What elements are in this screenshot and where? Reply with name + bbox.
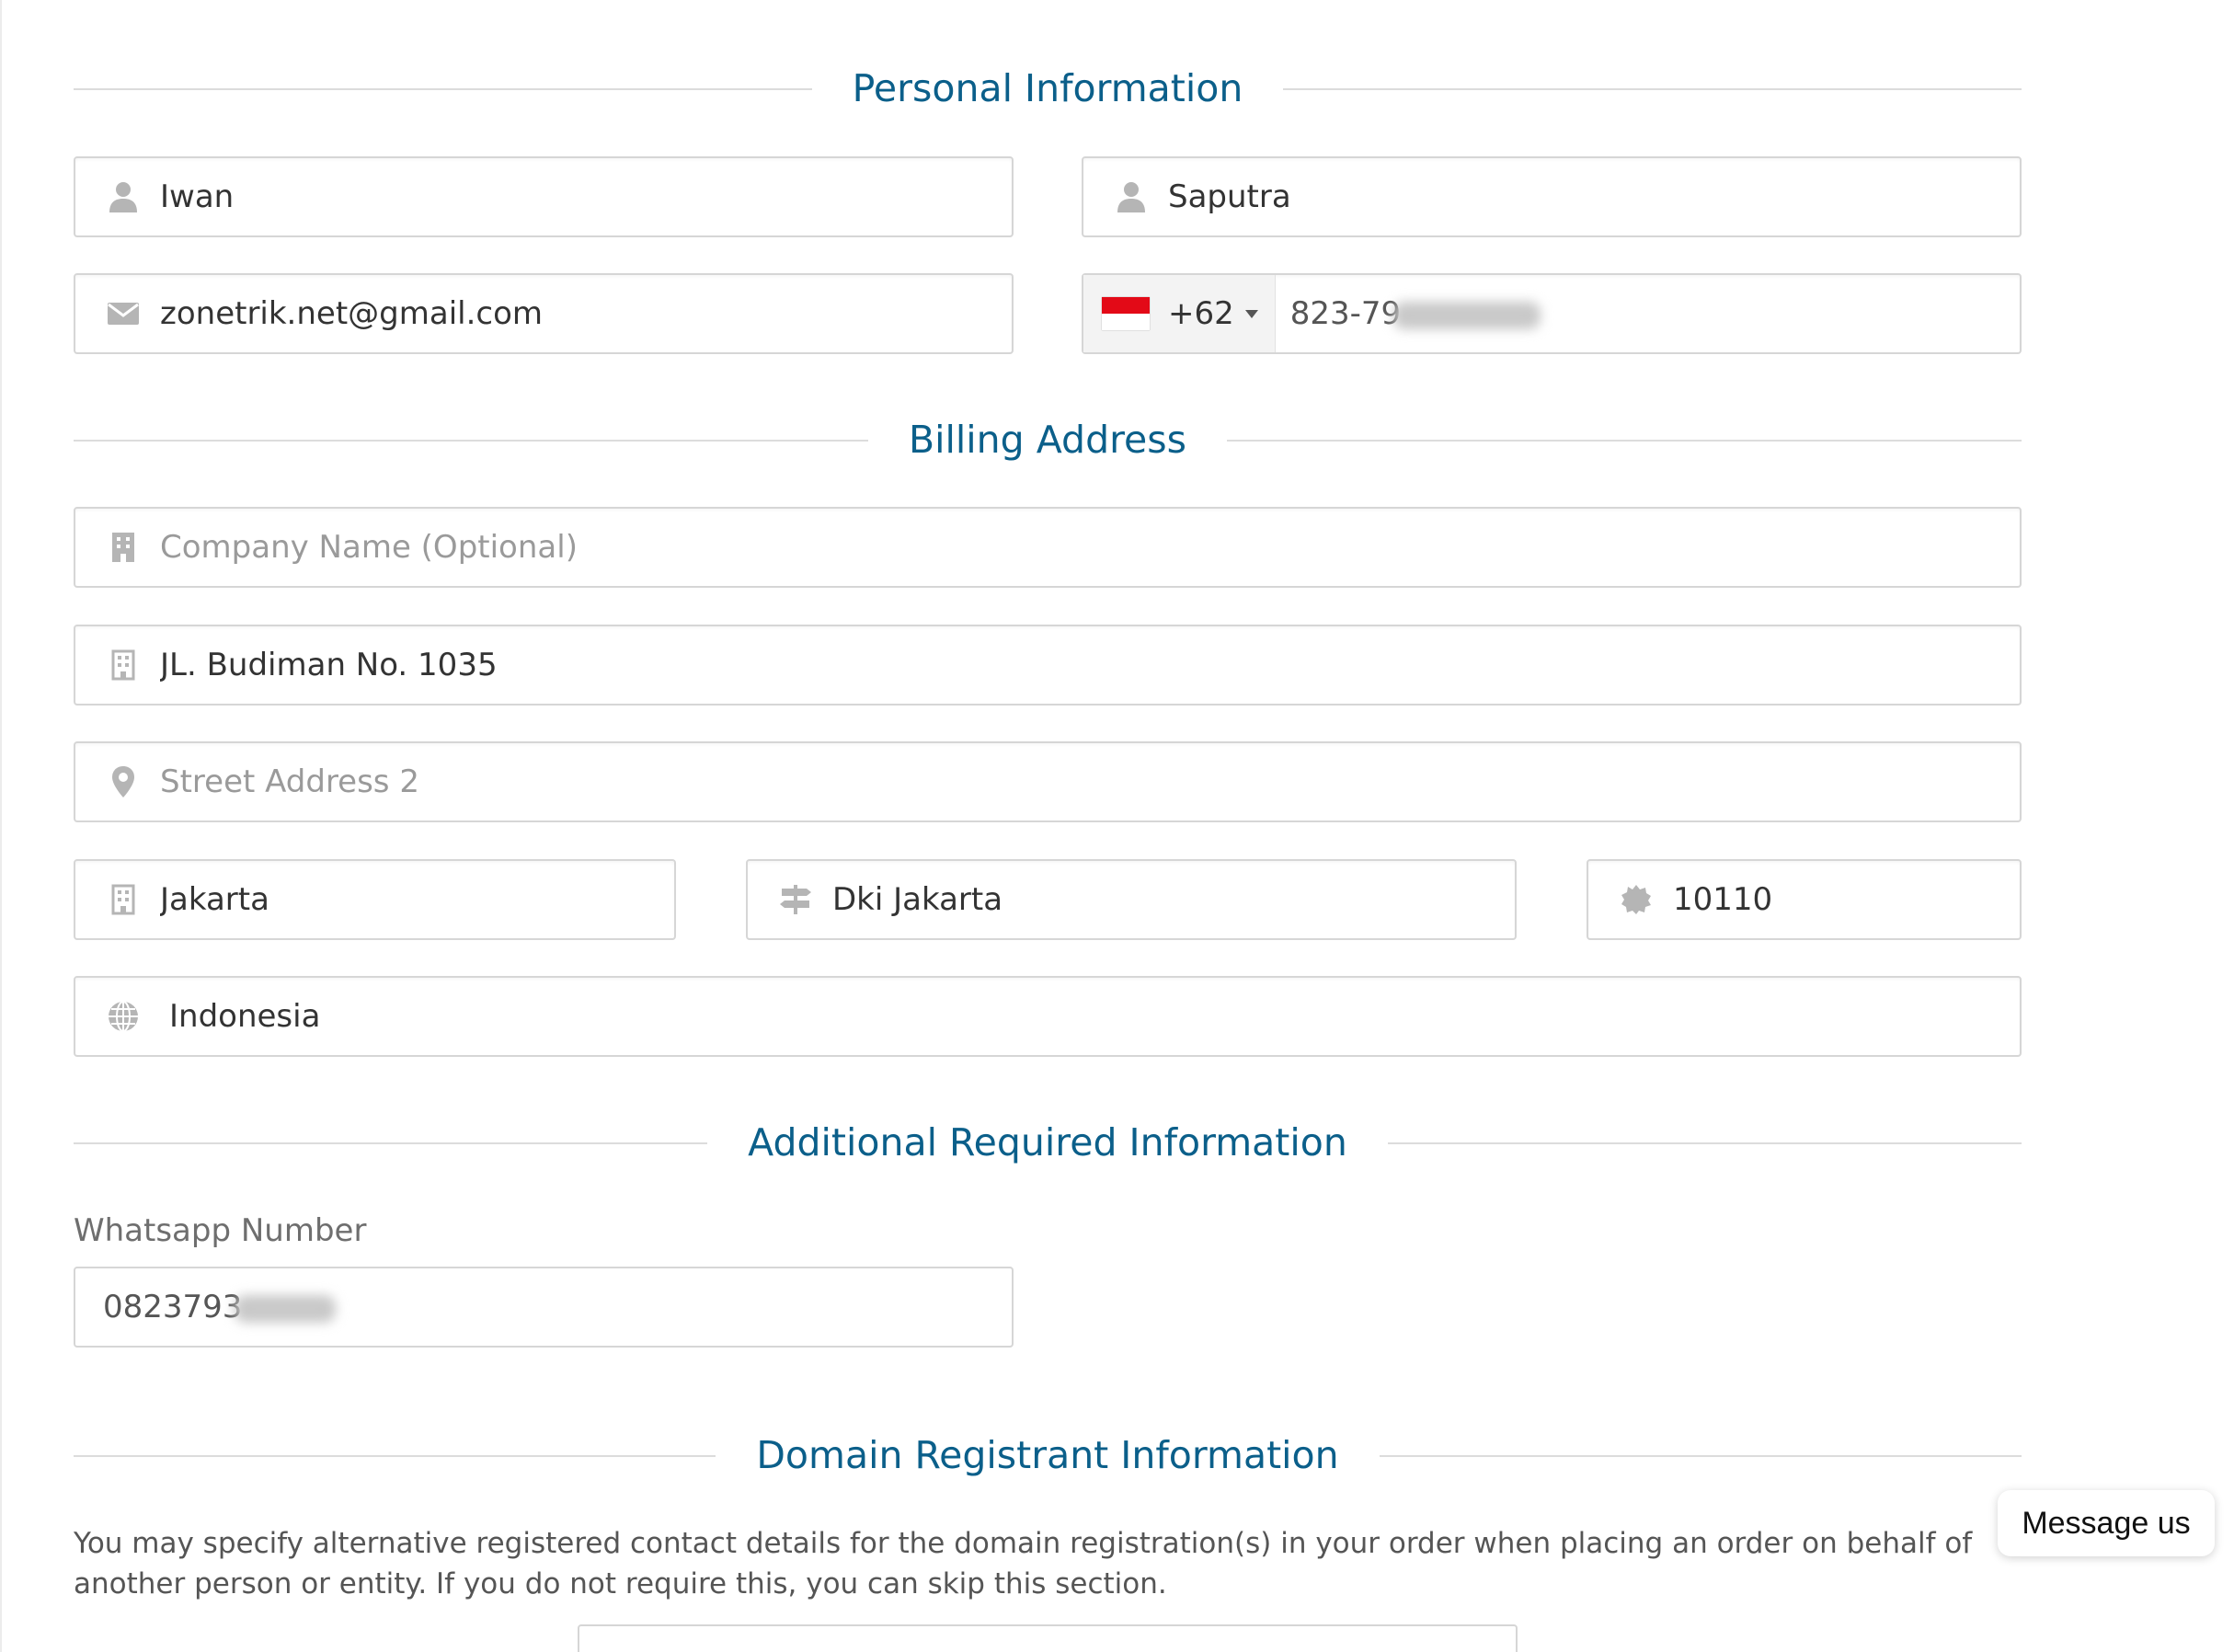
redacted-blur [235, 1294, 337, 1323]
first-name-field[interactable]: Iwan [74, 156, 1014, 237]
city-value: Jakarta [160, 881, 269, 918]
state-value: Dki Jakarta [832, 881, 1003, 918]
certificate-icon [1620, 883, 1653, 916]
country-code-selector[interactable]: +62 [1083, 275, 1276, 352]
domain-registrant-description: You may specify alternative registered c… [74, 1527, 1973, 1600]
section-title: Domain Registrant Information [716, 1428, 1380, 1483]
country-select[interactable]: Indonesia [74, 976, 2022, 1057]
last-name-field[interactable]: Saputra [1082, 156, 2022, 237]
company-name-placeholder: Company Name (Optional) [160, 529, 578, 566]
redacted-blur [1393, 301, 1541, 329]
globe-icon [107, 1000, 140, 1033]
contact-select[interactable] [578, 1624, 1518, 1652]
first-name-value: Iwan [160, 178, 235, 215]
city-field[interactable]: Jakarta [74, 859, 676, 940]
country-value: Indonesia [169, 998, 321, 1035]
section-personal-information: Personal Information [74, 61, 2022, 116]
envelope-icon [107, 297, 140, 330]
whatsapp-label: Whatsapp Number [74, 1212, 367, 1249]
section-title: Billing Address [867, 412, 1227, 467]
address1-value: JL. Budiman No. 1035 [160, 647, 498, 683]
postcode-field[interactable]: 10110 [1587, 859, 2022, 940]
state-field[interactable]: Dki Jakarta [746, 859, 1517, 940]
address2-placeholder: Street Address 2 [160, 763, 419, 800]
email-field[interactable]: zonetrik.net@gmail.com [74, 273, 1014, 354]
dial-code: +62 [1168, 295, 1234, 332]
building-icon [107, 531, 140, 564]
whatsapp-number-value: 0823793 [103, 1289, 337, 1325]
signs-icon [779, 883, 812, 916]
section-billing-address: Billing Address [74, 412, 2022, 467]
checkout-form-page: Personal Information Iwan Saputra zonetr… [0, 0, 2234, 1652]
user-icon [1115, 180, 1148, 213]
caret-down-icon [1244, 309, 1258, 318]
user-icon [107, 180, 140, 213]
postcode-value: 10110 [1673, 881, 1773, 918]
indonesia-flag-icon [1102, 297, 1150, 330]
building-outline-icon [107, 648, 140, 682]
section-domain-registrant: Domain Registrant Information [74, 1428, 2022, 1483]
section-title: Additional Required Information [707, 1115, 1388, 1170]
building-outline-icon [107, 883, 140, 916]
address1-field[interactable]: JL. Budiman No. 1035 [74, 625, 2022, 706]
section-additional-information: Additional Required Information [74, 1115, 2022, 1170]
whatsapp-number-field[interactable]: 0823793 [74, 1267, 1014, 1348]
message-us-button[interactable]: Message us [1998, 1490, 2215, 1556]
map-marker-icon [107, 765, 140, 798]
phone-field[interactable]: +62 823-79 [1082, 273, 2022, 354]
email-value: zonetrik.net@gmail.com [160, 295, 544, 332]
address2-field[interactable]: Street Address 2 [74, 741, 2022, 822]
phone-number-value: 823-79 [1290, 295, 1541, 332]
section-title: Personal Information [811, 61, 1284, 116]
company-name-field[interactable]: Company Name (Optional) [74, 507, 2022, 588]
last-name-value: Saputra [1168, 178, 1291, 215]
